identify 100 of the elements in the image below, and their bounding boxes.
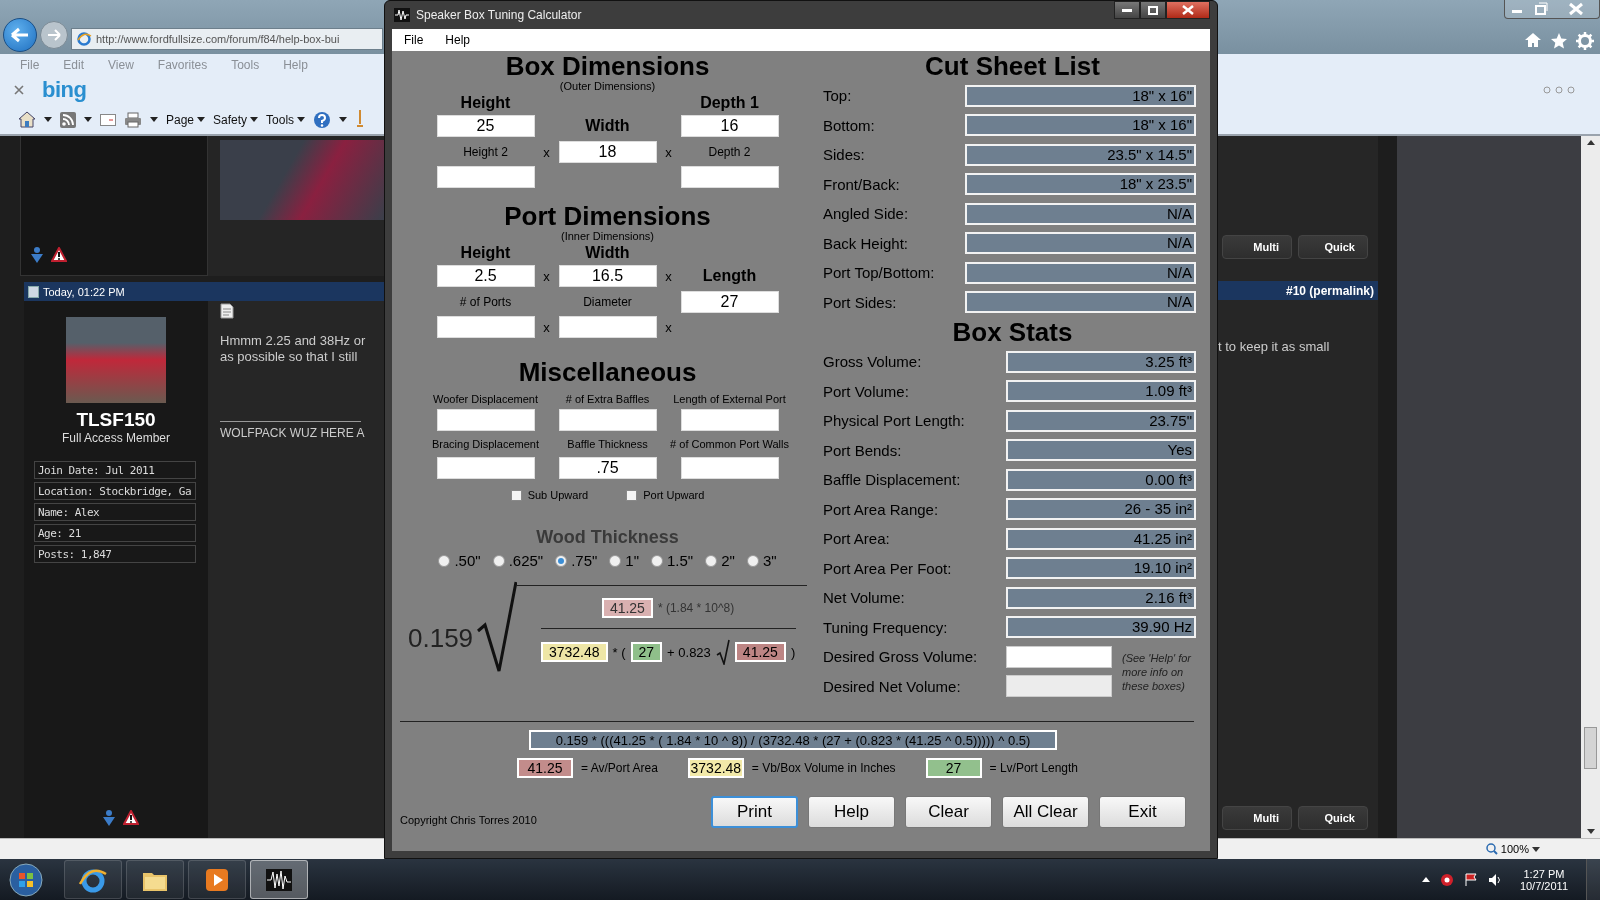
action-button[interactable]: All Clear — [1002, 796, 1089, 828]
field-label: Depth 2 — [708, 145, 751, 159]
minimize-button[interactable] — [1114, 1, 1140, 19]
person-icon[interactable] — [103, 810, 115, 826]
field-label: Port Volume: — [823, 382, 910, 400]
action-button[interactable]: Print — [711, 796, 798, 828]
post-action-button[interactable]: Multi — [1222, 806, 1292, 830]
input-field[interactable] — [436, 166, 535, 188]
radio-button[interactable] — [555, 554, 568, 567]
back-button[interactable] — [3, 18, 37, 52]
clock-date[interactable]: 10/7/2011 — [1519, 879, 1568, 892]
menu-item[interactable]: Help — [445, 33, 471, 47]
input-field[interactable]: .75 — [558, 457, 657, 479]
username[interactable]: TLSF150 — [76, 409, 156, 431]
caret-icon[interactable] — [84, 117, 92, 122]
flag-icon[interactable] — [1463, 872, 1478, 887]
input-field[interactable] — [436, 409, 535, 431]
post-action-button[interactable]: Multi — [1222, 235, 1292, 259]
menu-item[interactable]: File — [404, 33, 424, 47]
input-field[interactable] — [680, 409, 779, 431]
scroll-down-icon[interactable] — [1586, 829, 1595, 834]
clock-time[interactable]: 1:27 PM — [1523, 867, 1565, 880]
formula-expression: 0.159 * (((41.25 * ( 1.84 * 10 ^ 8)) / (3732.48 * (27 + (0.823 * (41.25 ^ 0.5))))) ^ 0.5) — [529, 730, 1057, 750]
input-field[interactable] — [680, 166, 779, 188]
maximize-button[interactable] — [1140, 1, 1166, 19]
multiply-sign: x — [665, 319, 672, 335]
user-detail: Name: Alex — [34, 503, 196, 521]
field-label: Height 2 — [463, 145, 508, 159]
radio-button[interactable] — [651, 554, 663, 567]
toolbar-menu-button[interactable]: Tools — [266, 112, 306, 127]
field-label: Length of External Port — [673, 393, 786, 405]
action-button[interactable]: Help — [808, 796, 895, 828]
radio-button[interactable] — [746, 554, 759, 567]
caret-icon[interactable] — [1532, 846, 1540, 852]
tray-arrow-icon[interactable] — [1421, 877, 1430, 882]
post-action-button[interactable]: Quick — [1298, 806, 1368, 830]
taskbar-app-button[interactable] — [188, 860, 246, 899]
settings-icon[interactable] — [1576, 32, 1594, 50]
action-button[interactable]: Exit — [1099, 796, 1186, 828]
input-field[interactable]: 27 — [680, 291, 779, 313]
radio-button[interactable] — [609, 554, 622, 567]
address-bar[interactable]: http://www.fordfullsize.com/forum/f84/help-box-bui — [71, 28, 383, 50]
radio-button[interactable] — [705, 554, 718, 567]
tray-app-icon[interactable] — [1439, 872, 1454, 887]
input-field[interactable]: 16 — [680, 115, 779, 137]
taskbar-app-button[interactable] — [250, 860, 308, 899]
zoom-level[interactable]: 100% — [1500, 843, 1529, 855]
more-icon[interactable] — [1542, 86, 1576, 94]
caret-icon[interactable] — [150, 117, 158, 122]
feed-icon[interactable] — [60, 111, 76, 128]
field-label: Bracing Displacement — [432, 438, 539, 450]
close-button[interactable] — [1166, 1, 1210, 19]
scrollbar-thumb[interactable] — [1584, 727, 1597, 769]
permalink[interactable]: #10 (permalink) — [1218, 281, 1378, 300]
user-detail: Join Date: Jul 2011 — [34, 461, 196, 479]
home-icon[interactable] — [18, 111, 36, 128]
post-message: Hmmm 2.25 and 38Hz or as possible so that I still — [220, 333, 367, 365]
input-field[interactable] — [558, 316, 657, 338]
legend-value: 41.25 — [517, 758, 573, 778]
formula-value: 27 — [630, 642, 663, 662]
field-label: Top: — [823, 87, 853, 105]
person-icon[interactable] — [31, 247, 43, 263]
radio-button[interactable] — [492, 554, 505, 567]
home-icon[interactable] — [1524, 32, 1542, 48]
speaker-icon[interactable] — [1487, 872, 1502, 887]
input-field[interactable]: 16.5 — [558, 265, 657, 287]
taskbar-app-button[interactable] — [126, 860, 184, 899]
input-field[interactable] — [436, 457, 535, 479]
star-icon[interactable] — [1550, 32, 1568, 49]
taskbar-app-button[interactable] — [64, 860, 122, 899]
warning-icon[interactable] — [123, 810, 139, 825]
toolbar-menu-button[interactable]: Safety — [213, 112, 259, 127]
checkbox[interactable] — [510, 489, 522, 501]
toolbar-menu-button[interactable]: Page — [166, 112, 206, 127]
caret-icon — [250, 117, 259, 122]
input-field[interactable] — [1006, 645, 1112, 668]
input-field[interactable]: 2.5 — [436, 265, 535, 287]
show-desktop-button[interactable] — [1586, 859, 1600, 900]
forward-button[interactable] — [40, 21, 68, 49]
action-button[interactable]: Clear — [905, 796, 992, 828]
input-field[interactable]: 25 — [436, 115, 535, 137]
post-action-button[interactable]: Quick — [1298, 235, 1368, 259]
scroll-up-icon[interactable] — [1586, 140, 1595, 145]
scrollbar[interactable] — [1581, 136, 1600, 838]
multiply-sign: x — [665, 268, 672, 284]
input-field[interactable]: 18 — [558, 141, 657, 163]
help-icon[interactable] — [313, 110, 332, 129]
close-icon[interactable] — [14, 85, 24, 95]
printer-icon[interactable] — [124, 111, 142, 128]
field-label: Desired Net Volume: — [823, 677, 962, 695]
checkbox[interactable] — [626, 489, 638, 501]
mail-icon[interactable] — [100, 113, 116, 126]
post-icon — [28, 285, 39, 298]
radio-button[interactable] — [438, 554, 451, 567]
warning-icon[interactable] — [51, 247, 67, 262]
input-field[interactable] — [680, 457, 779, 479]
input-field[interactable] — [436, 316, 535, 338]
caret-icon[interactable] — [339, 117, 348, 122]
input-field[interactable] — [558, 409, 657, 431]
caret-icon[interactable] — [44, 117, 52, 122]
